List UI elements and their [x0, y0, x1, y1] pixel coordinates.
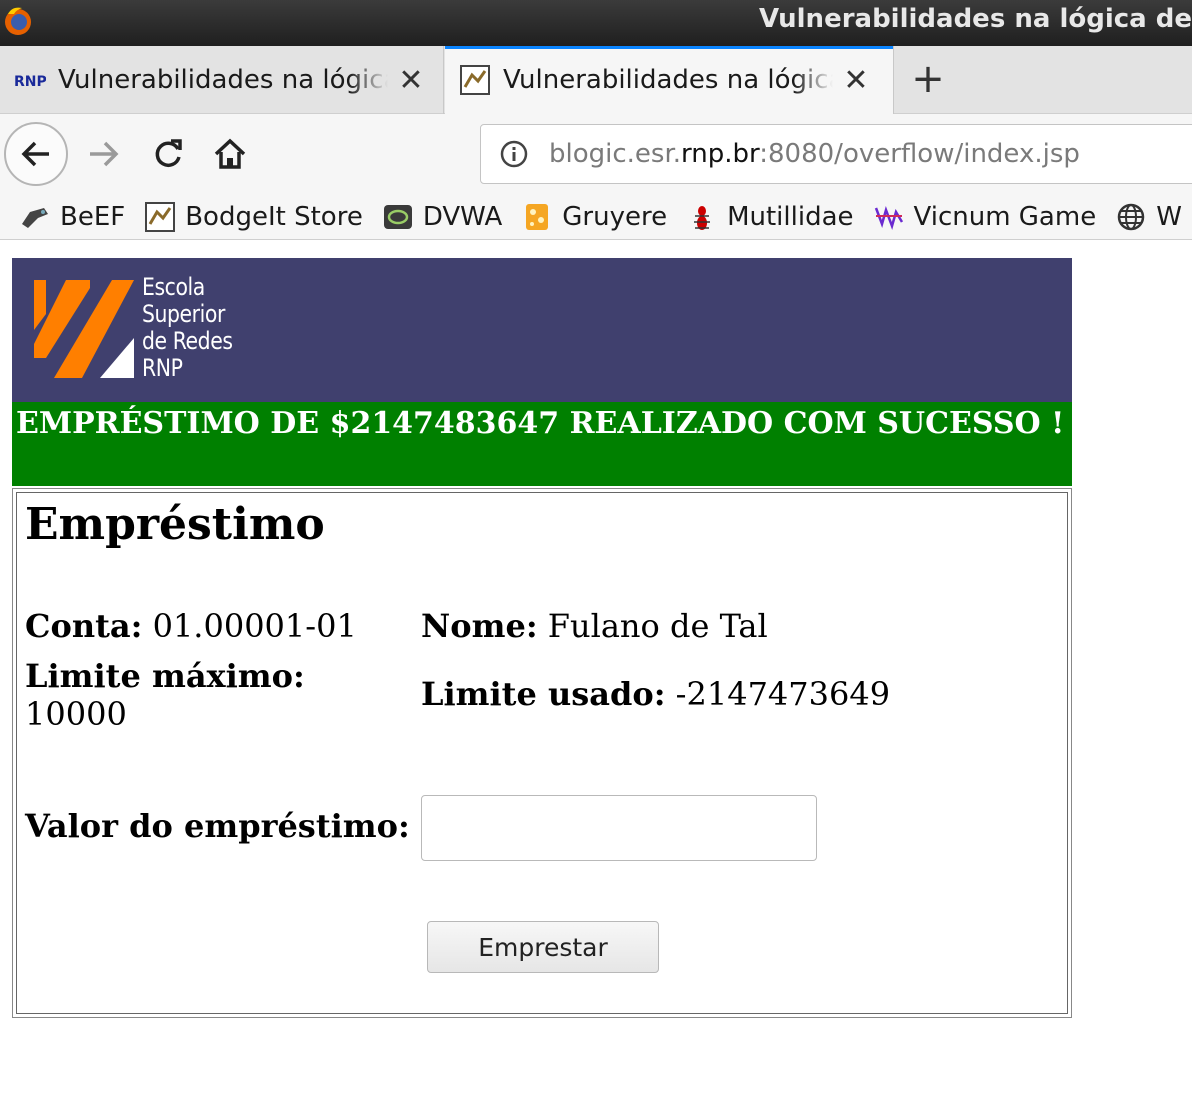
- tab-active[interactable]: Vulnerabilidades na lógica de negócio ✕: [445, 46, 894, 114]
- info-icon[interactable]: [499, 139, 529, 169]
- max-limit-label: Limite máximo:: [25, 657, 305, 695]
- bookmark-gruyere[interactable]: Gruyere: [522, 202, 667, 232]
- tab-title: Vulnerabilidades na lógica de negócio: [503, 65, 833, 95]
- arrow-left-icon: [21, 141, 49, 167]
- back-button[interactable]: [4, 122, 68, 186]
- loan-panel: Empréstimo Conta: 01.00001-01 Nome: Fula…: [12, 488, 1072, 1018]
- bodgeit-icon: [459, 64, 491, 96]
- bookmark-w[interactable]: W: [1116, 202, 1182, 232]
- globe-icon: [1116, 202, 1146, 232]
- home-button[interactable]: [208, 132, 252, 176]
- loan-form: Empréstimo Conta: 01.00001-01 Nome: Fula…: [16, 492, 1068, 1014]
- home-icon: [214, 138, 246, 169]
- lend-button[interactable]: Emprestar: [427, 921, 659, 973]
- vicnum-icon: [874, 202, 904, 232]
- window-title: Vulnerabilidades na lógica de: [758, 4, 1192, 34]
- window-titlebar: Vulnerabilidades na lógica de: [0, 0, 1192, 46]
- address-bar[interactable]: blogic.esr.rnp.br:8080/overflow/index.js…: [480, 124, 1192, 184]
- account-label: Conta:: [25, 607, 143, 645]
- bookmark-bodgeit[interactable]: BodgeIt Store: [145, 201, 363, 232]
- url-text[interactable]: blogic.esr.rnp.br:8080/overflow/index.js…: [549, 139, 1080, 169]
- name-field: Nome: Fulano de Tal: [421, 607, 768, 645]
- max-limit-value: 10000: [25, 695, 127, 733]
- dvwa-icon: [383, 202, 413, 232]
- logo-text: Escola Superior de Redes RNP: [142, 273, 233, 382]
- bodgeit-icon: [145, 201, 176, 232]
- bookmark-dvwa[interactable]: DVWA: [383, 202, 502, 232]
- bookmark-mutillidae[interactable]: Mutillidae: [687, 202, 854, 232]
- esr-logo: [34, 280, 134, 378]
- tab-rnp[interactable]: RNP Vulnerabilidades na lógica de negóci…: [0, 46, 444, 114]
- page-content: Escola Superior de Redes RNP EMPRÉSTIMO …: [12, 258, 1072, 1018]
- page-title: Empréstimo: [25, 499, 325, 550]
- bookmark-beef[interactable]: BeEF: [20, 202, 125, 232]
- account-value: 01.00001-01: [152, 607, 357, 645]
- account-field: Conta: 01.00001-01: [25, 607, 357, 645]
- arrow-right-icon: [90, 141, 119, 167]
- name-value: Fulano de Tal: [547, 607, 768, 645]
- reload-icon: [155, 139, 182, 167]
- mutillidae-icon: [687, 202, 717, 232]
- close-icon[interactable]: ✕: [841, 63, 871, 98]
- navigation-toolbar: blogic.esr.rnp.br:8080/overflow/index.js…: [0, 114, 1192, 194]
- max-limit-field: Limite máximo: 10000: [25, 657, 305, 733]
- beef-icon: [20, 202, 50, 232]
- success-message: EMPRÉSTIMO DE $2147483647 REALIZADO COM …: [12, 402, 1072, 486]
- forward-button[interactable]: [82, 132, 126, 176]
- used-limit-label: Limite usado:: [421, 675, 666, 713]
- new-tab-button[interactable]: +: [906, 56, 950, 102]
- bookmarks-toolbar: BeEF BodgeIt Store DVWA Gruyere Mutillid…: [0, 194, 1192, 240]
- svg-text:RNP: RNP: [14, 74, 46, 90]
- gruyere-icon: [522, 202, 552, 232]
- loan-amount-label: Valor do empréstimo:: [25, 807, 410, 845]
- firefox-icon: [5, 7, 31, 35]
- used-limit-value: -2147473649: [675, 675, 891, 713]
- header-banner: Escola Superior de Redes RNP: [12, 258, 1072, 402]
- tab-title: Vulnerabilidades na lógica de negócio: [58, 65, 388, 95]
- rnp-icon: RNP: [14, 64, 46, 96]
- used-limit-field: Limite usado: -2147473649: [421, 675, 890, 713]
- loan-amount-input[interactable]: [421, 795, 817, 861]
- close-icon[interactable]: ✕: [396, 63, 426, 98]
- bookmark-vicnum[interactable]: Vicnum Game: [874, 202, 1096, 232]
- tab-strip: RNP Vulnerabilidades na lógica de negóci…: [0, 46, 1192, 114]
- name-label: Nome:: [421, 607, 538, 645]
- reload-button[interactable]: [146, 132, 190, 176]
